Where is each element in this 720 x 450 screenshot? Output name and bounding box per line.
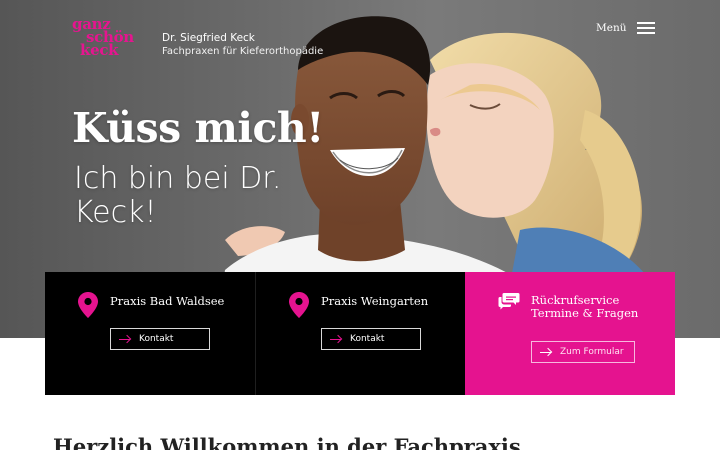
logo[interactable]: ganz schön keck <box>72 17 156 59</box>
logo-line-3: keck <box>80 41 119 59</box>
welcome-heading: Herzlich Willkommen in der Fachpraxis <box>53 434 521 450</box>
card-weingarten: Praxis Weingarten Kontakt <box>255 272 465 395</box>
map-pin-icon <box>78 292 98 318</box>
brand-name: Dr. Siegfried Keck <box>162 32 255 44</box>
brand-block: Dr. Siegfried Keck Fachpraxen für Kiefer… <box>162 32 323 58</box>
hero-subheadline: Ich bin bei Dr. Keck! <box>74 161 282 230</box>
arrow-right-icon <box>540 348 552 356</box>
card-title: Praxis Bad Waldsee <box>110 294 225 308</box>
card-bad-waldsee: Praxis Bad Waldsee Kontakt <box>45 272 255 395</box>
card-title-line-2: Termine & Fragen <box>531 306 639 320</box>
chat-bubbles-icon <box>498 293 520 310</box>
button-label: Zum Formular <box>560 347 624 357</box>
arrow-right-icon <box>330 335 342 343</box>
button-label: Kontakt <box>350 334 385 344</box>
hamburger-icon <box>636 22 655 34</box>
hero-headline: Küss mich! <box>72 104 324 152</box>
button-label: Kontakt <box>139 334 174 344</box>
contact-cards: Praxis Bad Waldsee Kontakt Praxis Weinga… <box>45 272 675 395</box>
card-rueckrufservice: Rückrufservice Termine & Fragen Zum Form… <box>465 272 675 395</box>
kontakt-button[interactable]: Kontakt <box>110 328 210 350</box>
menu-label: Menü <box>596 22 627 34</box>
menu-button[interactable]: Menü <box>596 22 655 34</box>
kontakt-button[interactable]: Kontakt <box>321 328 421 350</box>
zum-formular-button[interactable]: Zum Formular <box>531 341 635 363</box>
card-title: Rückrufservice Termine & Fragen <box>531 294 638 320</box>
arrow-right-icon <box>119 335 131 343</box>
brand-subtitle: Fachpraxen für Kieferorthopädie <box>162 46 324 57</box>
card-title: Praxis Weingarten <box>321 294 429 308</box>
map-pin-icon <box>289 292 309 318</box>
